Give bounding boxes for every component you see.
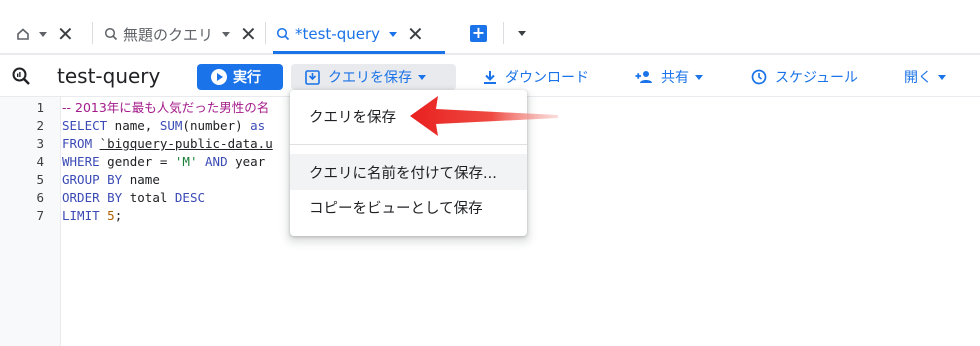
sql-keyword: DESC [174, 190, 206, 205]
tab-home[interactable]: ✕ [16, 14, 74, 54]
sql-keyword: AND [205, 154, 228, 169]
chevron-down-icon [418, 74, 426, 80]
menu-divider [290, 144, 527, 145]
code-text: (number) [182, 118, 251, 133]
line-number: 5 [36, 172, 44, 187]
save-label: クエリを保存 [328, 70, 412, 86]
play-icon [211, 69, 227, 85]
code-text: year [227, 154, 266, 169]
close-icon[interactable]: ✕ [407, 24, 424, 44]
line-number: 1 [36, 100, 44, 115]
code-text: name [122, 172, 160, 187]
code-text: total [122, 190, 175, 205]
add-person-icon [635, 70, 653, 84]
close-icon[interactable]: ✕ [57, 24, 74, 44]
code-line[interactable]: GROUP BY name [62, 171, 160, 189]
tab-label: *test-query [295, 25, 381, 43]
home-icon [16, 27, 30, 41]
line-number: 7 [36, 208, 44, 223]
page-title: test-query [57, 64, 161, 88]
tab-separator [265, 22, 266, 44]
code-text: gender = [99, 154, 175, 169]
code-line[interactable]: ORDER BY total DESC [62, 189, 205, 207]
code-line[interactable]: FROM `bigquery-public-data.u [62, 135, 273, 153]
add-tab-icon[interactable]: + [470, 25, 487, 42]
tab-label: 無題のクエリ [123, 25, 214, 44]
open-button[interactable]: 開く [904, 64, 946, 90]
sql-keyword: GROUP BY [62, 172, 123, 187]
sql-keyword: WHERE [62, 154, 100, 169]
code-line[interactable]: WHERE gender = 'M' AND year [62, 153, 265, 171]
query-icon [104, 27, 118, 41]
table-reference: `bigquery-public-data.u [99, 136, 273, 151]
menu-item-save-as-view[interactable]: コピーをビューとして保存 [290, 189, 527, 225]
code-line[interactable]: -- 2013年に最も人気だった男性の名 [62, 99, 269, 117]
tab-separator [503, 22, 504, 44]
save-icon [305, 69, 320, 85]
sql-string: 'M' [174, 154, 198, 169]
query-icon [276, 27, 290, 41]
line-number: 3 [36, 136, 44, 151]
sql-keyword: ORDER BY [62, 190, 123, 205]
open-label: 開く [904, 70, 932, 86]
download-icon [483, 70, 497, 85]
download-label: ダウンロード [505, 70, 589, 86]
sql-keyword: LIMIT [62, 208, 100, 223]
code-line[interactable]: LIMIT 5; [62, 207, 122, 225]
menu-item-save-query-as[interactable]: クエリに名前を付けて保存... [290, 154, 527, 190]
code-text: name, [107, 118, 160, 133]
code-line[interactable]: SELECT name, SUM(number) as [62, 117, 265, 135]
sql-number: 5 [107, 208, 115, 223]
line-number: 4 [36, 154, 44, 169]
sql-function: SUM [159, 118, 183, 133]
tab-separator [92, 22, 93, 44]
chevron-down-icon[interactable] [39, 31, 47, 37]
sql-keyword: FROM [62, 136, 93, 151]
chevron-down-icon[interactable] [389, 31, 398, 37]
sql-keyword: as [250, 118, 266, 133]
chevron-down-icon [938, 74, 946, 80]
clock-icon [751, 69, 767, 85]
chevron-down-icon [695, 74, 703, 80]
tab-untitled-query[interactable]: 無題のクエリ ✕ [104, 14, 257, 54]
tab-test-query[interactable]: *test-query ✕ [276, 14, 424, 54]
schedule-label: スケジュール [775, 70, 859, 86]
close-icon[interactable]: ✕ [240, 24, 257, 44]
code-text: ; [114, 208, 123, 223]
sql-keyword: SELECT [62, 118, 108, 133]
annotation-arrow-icon [410, 96, 558, 136]
query-icon [11, 66, 31, 90]
active-tab-indicator [273, 51, 445, 54]
share-button[interactable]: 共有 [635, 64, 703, 90]
chevron-down-icon[interactable] [222, 31, 231, 37]
line-number: 2 [36, 118, 44, 133]
code-comment: -- 2013年に最も人気だった男性の名 [62, 100, 270, 115]
share-label: 共有 [661, 70, 689, 86]
line-number: 6 [36, 190, 44, 205]
run-button[interactable]: 実行 [197, 64, 283, 90]
tab-menu-chevron-icon[interactable] [518, 31, 526, 36]
download-button[interactable]: ダウンロード [483, 64, 589, 90]
schedule-button[interactable]: スケジュール [751, 64, 858, 90]
run-label: 実行 [233, 70, 261, 86]
save-query-button[interactable]: クエリを保存 [291, 64, 456, 90]
